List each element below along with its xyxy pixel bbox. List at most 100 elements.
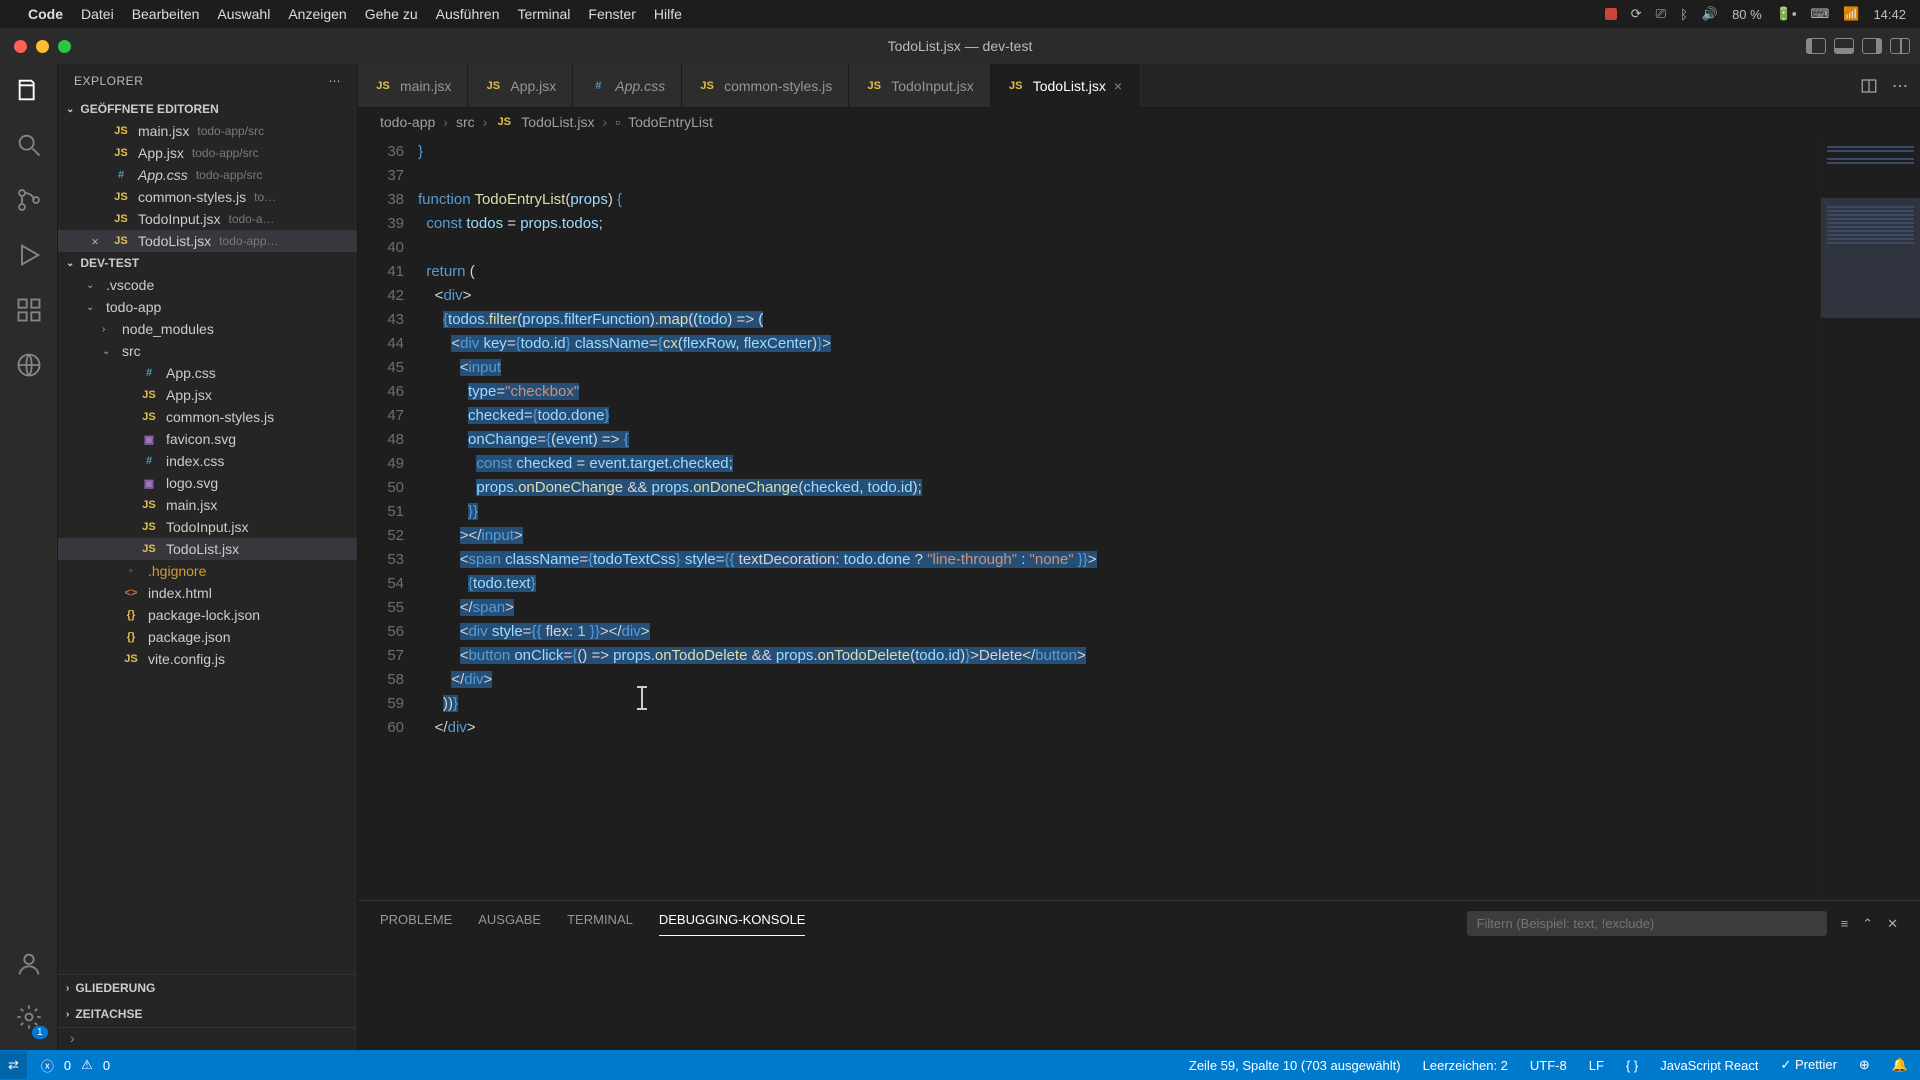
menu-terminal[interactable]: Terminal xyxy=(517,6,570,22)
toggle-primary-sidebar-icon[interactable] xyxy=(1806,38,1826,54)
menu-file[interactable]: Datei xyxy=(81,6,114,22)
open-editor-item[interactable]: JScommon-styles.jsto… xyxy=(58,186,357,208)
folder-item[interactable]: ⌄.vscode xyxy=(58,274,357,296)
close-editor-icon[interactable]: × xyxy=(86,234,104,249)
minimap-viewport[interactable] xyxy=(1821,198,1920,318)
close-tab-icon[interactable]: × xyxy=(1114,78,1122,94)
split-editor-icon[interactable] xyxy=(1860,77,1878,95)
project-header[interactable]: ⌄ DEV-TEST xyxy=(58,252,357,274)
editor-tab[interactable]: #App.css xyxy=(573,64,682,107)
menu-go[interactable]: Gehe zu xyxy=(365,6,418,22)
extensions-icon[interactable] xyxy=(15,296,43,329)
panel-close-icon[interactable]: ✕ xyxy=(1887,916,1898,932)
warnings-icon[interactable]: ⚠ xyxy=(81,1057,93,1073)
file-item[interactable]: ▣logo.svg xyxy=(58,472,357,494)
editor-tab[interactable]: JSApp.jsx xyxy=(468,64,573,107)
search-icon[interactable] xyxy=(15,131,43,164)
folder-item[interactable]: ›node_modules xyxy=(58,318,357,340)
menu-edit[interactable]: Bearbeiten xyxy=(132,6,200,22)
clock[interactable]: 14:42 xyxy=(1873,7,1906,22)
display-icon[interactable]: ⎚ xyxy=(1656,6,1666,22)
code-line[interactable]: const checked = event.target.checked; xyxy=(418,452,1820,476)
code-line[interactable]: <span className={todoTextCss} style={{ t… xyxy=(418,548,1820,572)
breadcrumb-segment[interactable]: todo-app xyxy=(380,114,435,130)
editor-tab[interactable]: JSTodoInput.jsx xyxy=(849,64,991,107)
code-line[interactable]: <input xyxy=(418,356,1820,380)
menu-window[interactable]: Fenster xyxy=(588,6,635,22)
bluetooth-icon[interactable]: ᛒ xyxy=(1680,7,1688,22)
code-line[interactable]: {todos.filter(props.filterFunction).map(… xyxy=(418,308,1820,332)
file-item[interactable]: JSvite.config.js xyxy=(58,648,357,670)
code-line[interactable]: function TodoEntryList(props) { xyxy=(418,188,1820,212)
code-line[interactable]: </div> xyxy=(418,716,1820,740)
language-mode[interactable]: JavaScript React xyxy=(1660,1058,1758,1073)
folder-item[interactable]: ⌄src xyxy=(58,340,357,362)
code-line[interactable]: </div> xyxy=(418,668,1820,692)
code-line[interactable]: {todo.text} xyxy=(418,572,1820,596)
toggle-panel-icon[interactable] xyxy=(1834,38,1854,54)
explorer-icon[interactable] xyxy=(15,76,43,109)
code-line[interactable]: return ( xyxy=(418,260,1820,284)
file-item[interactable]: JSTodoList.jsx xyxy=(58,538,357,560)
language-braces-icon[interactable]: { } xyxy=(1626,1058,1638,1073)
code-line[interactable]: onChange={(event) => { xyxy=(418,428,1820,452)
code-line[interactable]: }} xyxy=(418,500,1820,524)
timeline-header[interactable]: › ZEITACHSE xyxy=(58,1001,357,1027)
open-editor-item[interactable]: JSTodoInput.jsxtodo-a… xyxy=(58,208,357,230)
open-editors-header[interactable]: ⌄ GEÖFFNETE EDITOREN xyxy=(58,98,357,120)
code-line[interactable]: checked={todo.done} xyxy=(418,404,1820,428)
code-line[interactable]: </span> xyxy=(418,596,1820,620)
menu-run[interactable]: Ausführen xyxy=(436,6,500,22)
code-line[interactable]: } xyxy=(418,140,1820,164)
indent-info[interactable]: Leerzeichen: 2 xyxy=(1423,1058,1508,1073)
remote-indicator-icon[interactable]: ⇄ xyxy=(0,1051,27,1079)
panel-tab-debug-console[interactable]: DEBUGGING-KONSOLE xyxy=(659,912,806,936)
code-line[interactable]: props.onDoneChange && props.onDoneChange… xyxy=(418,476,1820,500)
battery-percent[interactable]: 80 % xyxy=(1732,7,1762,22)
file-item[interactable]: #App.css xyxy=(58,362,357,384)
encoding-info[interactable]: UTF-8 xyxy=(1530,1058,1567,1073)
code-editor[interactable]: }function TodoEntryList(props) { const t… xyxy=(418,136,1820,900)
breadcrumb-segment[interactable]: TodoList.jsx xyxy=(521,114,594,130)
menu-view[interactable]: Anzeigen xyxy=(288,6,346,22)
code-line[interactable] xyxy=(418,236,1820,260)
code-line[interactable]: <div key={todo.id} className={cx(flexRow… xyxy=(418,332,1820,356)
sidebar-more-icon[interactable]: ⋯ xyxy=(329,74,342,88)
keyboard-layout-icon[interactable]: ⌨ xyxy=(1811,6,1830,22)
editor-tab[interactable]: JSTodoList.jsx× xyxy=(991,64,1139,107)
file-item[interactable]: <>index.html xyxy=(58,582,357,604)
tab-more-icon[interactable]: ⋯ xyxy=(1892,76,1908,96)
file-item[interactable]: #index.css xyxy=(58,450,357,472)
source-control-icon[interactable] xyxy=(15,186,43,219)
file-item[interactable]: ▣favicon.svg xyxy=(58,428,357,450)
battery-icon[interactable]: 🔋▪ xyxy=(1776,6,1797,22)
settings-gear-icon[interactable]: 1 xyxy=(15,1003,43,1036)
errors-icon[interactable]: ⓧ xyxy=(41,1056,54,1075)
file-item[interactable]: JScommon-styles.js xyxy=(58,406,357,428)
open-editor-item[interactable]: JSmain.jsxtodo-app/src xyxy=(58,120,357,142)
editor-tab[interactable]: JSmain.jsx xyxy=(358,64,468,107)
code-line[interactable]: ></input> xyxy=(418,524,1820,548)
code-line[interactable] xyxy=(418,164,1820,188)
notifications-icon[interactable]: 🔔 xyxy=(1892,1057,1908,1073)
code-line[interactable]: <div style={{ flex: 1 }}></div> xyxy=(418,620,1820,644)
panel-tab-problems[interactable]: PROBLEME xyxy=(380,912,452,935)
file-item[interactable]: {}package-lock.json xyxy=(58,604,357,626)
errors-count[interactable]: 0 xyxy=(64,1058,71,1073)
breadcrumbs[interactable]: todo-app›src›JSTodoList.jsx›▫TodoEntryLi… xyxy=(358,108,1920,136)
customize-layout-icon[interactable] xyxy=(1890,38,1910,54)
wifi-icon[interactable]: 📶 xyxy=(1843,6,1859,22)
eol-info[interactable]: LF xyxy=(1589,1058,1604,1073)
app-name[interactable]: Code xyxy=(28,6,63,22)
code-line[interactable]: ))} xyxy=(418,692,1820,716)
breadcrumb-collapsed-indicator[interactable]: › xyxy=(58,1027,357,1050)
breadcrumb-segment[interactable]: src xyxy=(456,114,475,130)
editor-tab[interactable]: JScommon-styles.js xyxy=(682,64,849,107)
file-item[interactable]: ◦.hgignore xyxy=(58,560,357,582)
panel-tab-terminal[interactable]: TERMINAL xyxy=(567,912,633,935)
menu-help[interactable]: Hilfe xyxy=(654,6,682,22)
folder-item[interactable]: ⌄todo-app xyxy=(58,296,357,318)
code-line[interactable]: <div> xyxy=(418,284,1820,308)
panel-tab-output[interactable]: AUSGABE xyxy=(478,912,541,935)
file-item[interactable]: JSmain.jsx xyxy=(58,494,357,516)
